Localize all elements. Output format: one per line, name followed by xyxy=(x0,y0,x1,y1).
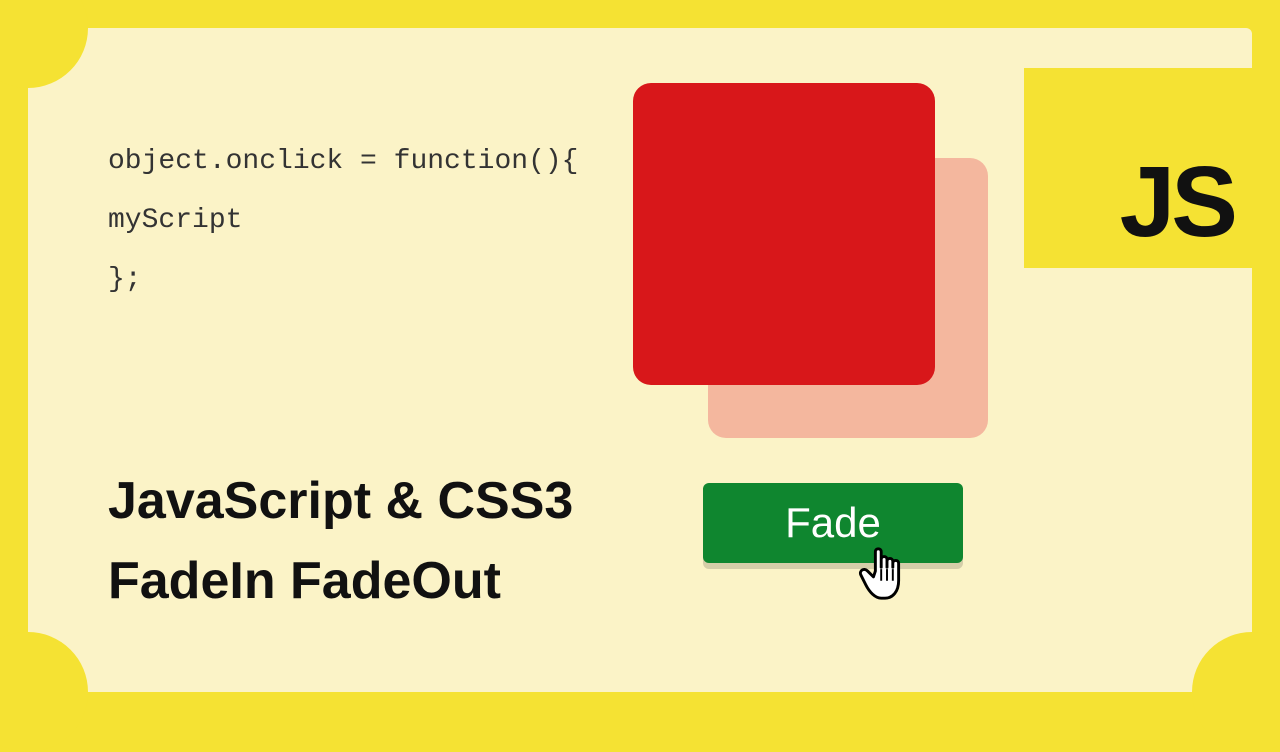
content-panel: object.onclick = function(){ myScript };… xyxy=(28,28,1252,692)
js-logo-text: JS xyxy=(1120,152,1234,252)
ticket-notch xyxy=(0,632,88,752)
ticket-notch xyxy=(1192,632,1280,752)
heading-line: FadeIn FadeOut xyxy=(108,541,573,622)
code-line: myScript xyxy=(108,205,242,236)
solid-square xyxy=(633,83,935,385)
js-logo-badge: JS xyxy=(1024,68,1252,268)
heading-line: JavaScript & CSS3 xyxy=(108,461,573,542)
pointer-cursor-icon xyxy=(856,538,918,608)
code-snippet: object.onclick = function(){ myScript }; xyxy=(108,133,578,309)
heading: JavaScript & CSS3 FadeIn FadeOut xyxy=(108,461,573,622)
ticket-notch xyxy=(0,0,88,88)
code-line: }; xyxy=(108,264,142,295)
code-line: object.onclick = function(){ xyxy=(108,146,578,177)
fade-button[interactable]: Fade xyxy=(703,483,963,563)
